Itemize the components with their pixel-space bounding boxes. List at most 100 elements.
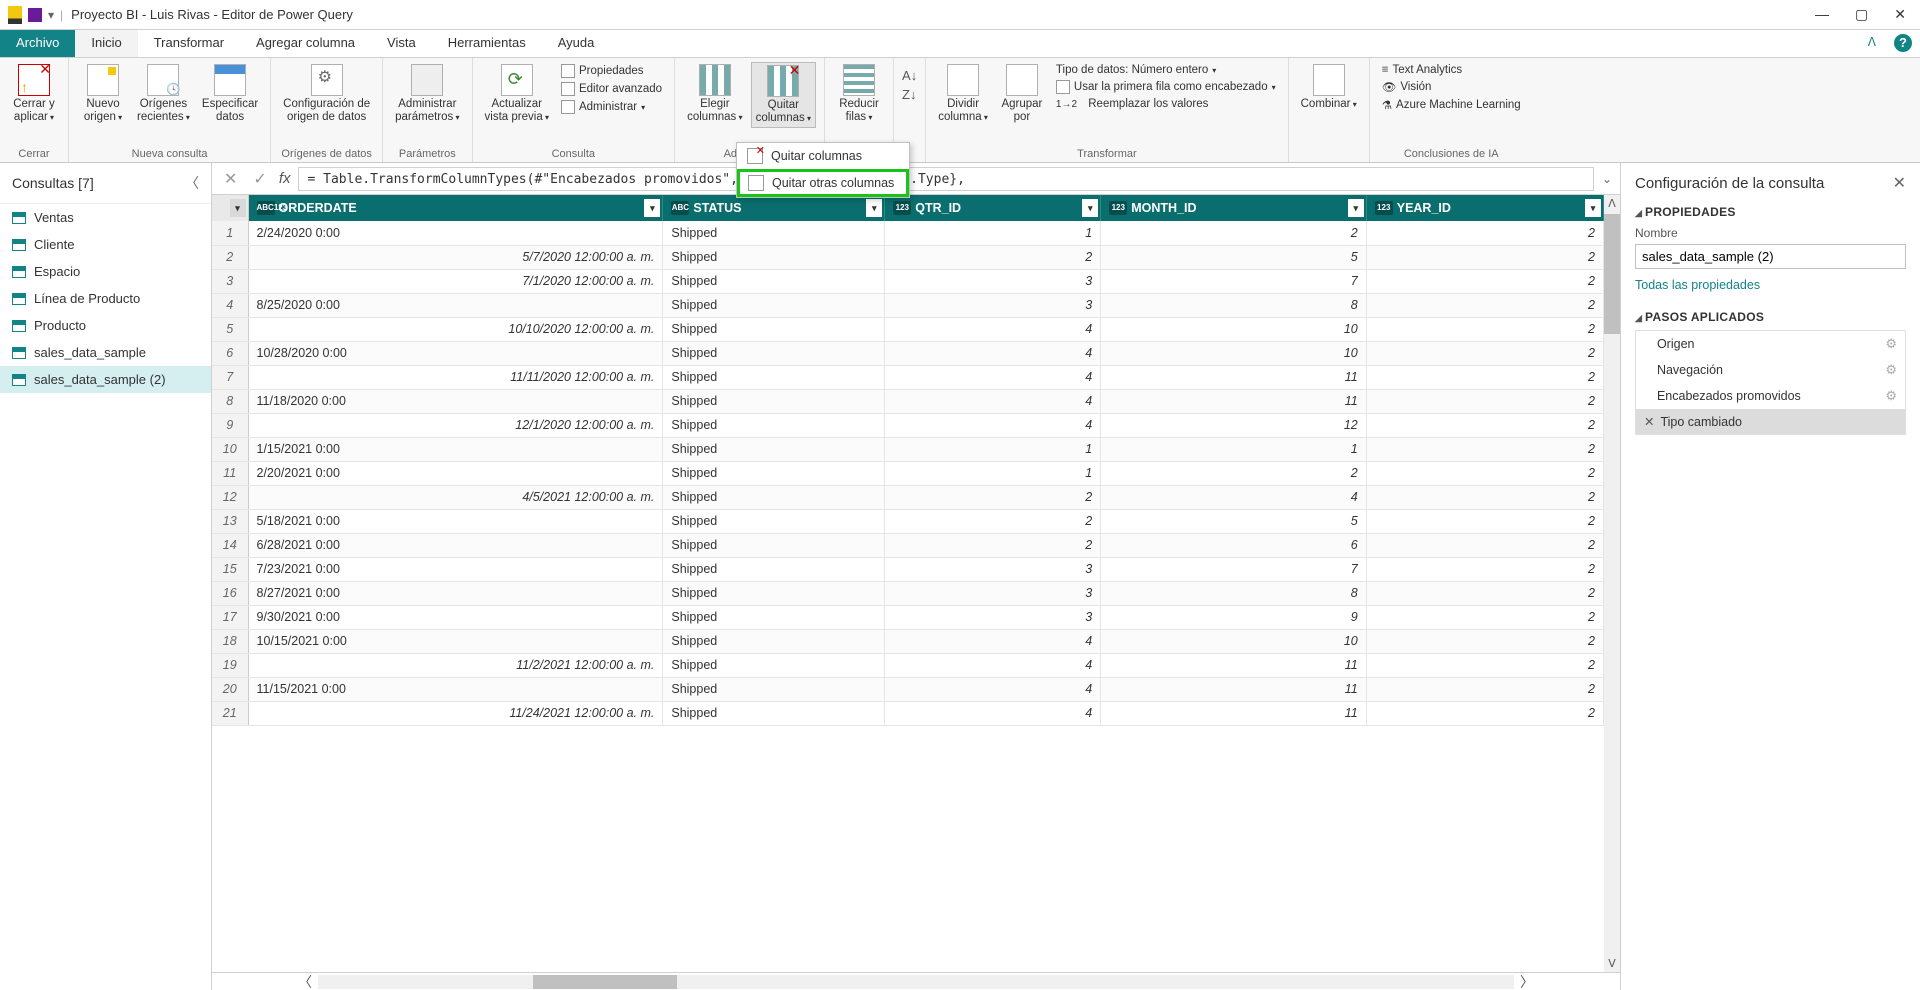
cell-qtr[interactable]: 2: [885, 533, 1101, 557]
cell-status[interactable]: Shipped: [663, 629, 885, 653]
applied-step[interactable]: Encabezados promovidos⚙: [1636, 383, 1905, 409]
cell-year[interactable]: 2: [1366, 413, 1603, 437]
cell-year[interactable]: 2: [1366, 653, 1603, 677]
scroll-thumb[interactable]: [1604, 214, 1620, 334]
hscroll-thumb[interactable]: [533, 975, 677, 989]
tab-herramientas[interactable]: Herramientas: [432, 30, 542, 57]
query-item[interactable]: Línea de Producto: [0, 285, 211, 312]
vertical-scrollbar[interactable]: ᐱ ᐯ: [1604, 195, 1620, 972]
cell-month[interactable]: 11: [1101, 701, 1366, 725]
column-header[interactable]: ABC123ORDERDATE▾: [248, 195, 663, 221]
cell-month[interactable]: 12: [1101, 413, 1366, 437]
qat-dropdown-icon[interactable]: ▾: [48, 8, 54, 22]
close-settings-icon[interactable]: ✕: [1893, 173, 1906, 193]
group-by-button[interactable]: Agrupar por: [996, 62, 1048, 126]
choose-columns-button[interactable]: Elegir columnas: [683, 62, 746, 126]
cell-orderdate[interactable]: 9/30/2021 0:00: [248, 605, 663, 629]
cell-month[interactable]: 7: [1101, 269, 1366, 293]
cell-month[interactable]: 2: [1101, 221, 1366, 245]
cell-status[interactable]: Shipped: [663, 365, 885, 389]
column-header[interactable]: ABCSTATUS▾: [663, 195, 885, 221]
cell-month[interactable]: 4: [1101, 485, 1366, 509]
cell-qtr[interactable]: 4: [885, 341, 1101, 365]
column-filter-icon[interactable]: ▾: [1585, 199, 1601, 217]
query-item[interactable]: Ventas: [0, 204, 211, 231]
cell-year[interactable]: 2: [1366, 341, 1603, 365]
save-icon[interactable]: [28, 8, 42, 22]
cell-status[interactable]: Shipped: [663, 701, 885, 725]
cell-orderdate[interactable]: 5/7/2020 12:00:00 a. m.: [248, 245, 663, 269]
cell-orderdate[interactable]: 2/24/2020 0:00: [248, 221, 663, 245]
maximize-button[interactable]: ▢: [1855, 6, 1868, 23]
replace-values-button[interactable]: 1→2 Reemplazar los valores: [1052, 96, 1280, 112]
cell-qtr[interactable]: 4: [885, 389, 1101, 413]
column-filter-icon[interactable]: ▾: [866, 199, 882, 217]
cell-year[interactable]: 2: [1366, 269, 1603, 293]
table-row[interactable]: 48/25/2020 0:00Shipped382: [212, 293, 1604, 317]
cell-year[interactable]: 2: [1366, 245, 1603, 269]
advanced-editor-button[interactable]: Editor avanzado: [557, 80, 666, 98]
collapse-panel-icon[interactable]: 〈: [185, 173, 199, 193]
cell-year[interactable]: 2: [1366, 365, 1603, 389]
sort-desc-button[interactable]: Z↓: [902, 87, 917, 102]
table-row[interactable]: 2011/15/2021 0:00Shipped4112: [212, 677, 1604, 701]
cell-orderdate[interactable]: 7/23/2021 0:00: [248, 557, 663, 581]
cell-year[interactable]: 2: [1366, 461, 1603, 485]
cell-month[interactable]: 10: [1101, 629, 1366, 653]
cell-qtr[interactable]: 4: [885, 653, 1101, 677]
combine-button[interactable]: Combinar: [1297, 62, 1361, 113]
tab-transformar[interactable]: Transformar: [138, 30, 240, 57]
cell-year[interactable]: 2: [1366, 509, 1603, 533]
column-header[interactable]: 123YEAR_ID▾: [1366, 195, 1603, 221]
table-row[interactable]: 146/28/2021 0:00Shipped262: [212, 533, 1604, 557]
table-row[interactable]: 12/24/2020 0:00Shipped122: [212, 221, 1604, 245]
tab-file[interactable]: Archivo: [0, 30, 75, 57]
table-row[interactable]: 112/20/2021 0:00Shipped122: [212, 461, 1604, 485]
cell-orderdate[interactable]: 11/18/2020 0:00: [248, 389, 663, 413]
column-filter-icon[interactable]: ▾: [1082, 199, 1098, 217]
table-row[interactable]: 811/18/2020 0:00Shipped4112: [212, 389, 1604, 413]
table-row[interactable]: 168/27/2021 0:00Shipped382: [212, 581, 1604, 605]
cell-status[interactable]: Shipped: [663, 341, 885, 365]
expand-formula-icon[interactable]: ⌄: [1602, 172, 1612, 186]
text-analytics-button[interactable]: ≡Text Analytics: [1378, 62, 1525, 78]
cell-month[interactable]: 9: [1101, 605, 1366, 629]
column-filter-icon[interactable]: ▾: [644, 199, 660, 217]
cell-year[interactable]: 2: [1366, 677, 1603, 701]
table-row[interactable]: 124/5/2021 12:00:00 a. m.Shipped242: [212, 485, 1604, 509]
cell-month[interactable]: 11: [1101, 653, 1366, 677]
recent-sources-button[interactable]: 🕓Orígenes recientes: [133, 62, 194, 126]
cell-orderdate[interactable]: 8/25/2020 0:00: [248, 293, 663, 317]
cell-qtr[interactable]: 4: [885, 677, 1101, 701]
table-options-icon[interactable]: ▾: [230, 199, 246, 217]
table-row[interactable]: 179/30/2021 0:00Shipped392: [212, 605, 1604, 629]
cell-status[interactable]: Shipped: [663, 317, 885, 341]
table-row[interactable]: 510/10/2020 12:00:00 a. m.Shipped4102: [212, 317, 1604, 341]
dropdown-remove-columns[interactable]: ✕Quitar columnas: [737, 143, 909, 169]
cell-status[interactable]: Shipped: [663, 653, 885, 677]
cell-qtr[interactable]: 1: [885, 437, 1101, 461]
cell-status[interactable]: Shipped: [663, 581, 885, 605]
table-row[interactable]: 912/1/2020 12:00:00 a. m.Shipped4122: [212, 413, 1604, 437]
data-grid[interactable]: ▾ABC123ORDERDATE▾ABCSTATUS▾123QTR_ID▾123…: [212, 195, 1604, 972]
cell-month[interactable]: 1: [1101, 437, 1366, 461]
cell-status[interactable]: Shipped: [663, 557, 885, 581]
azure-ml-button[interactable]: ⚗Azure Machine Learning: [1378, 96, 1525, 114]
cell-qtr[interactable]: 3: [885, 293, 1101, 317]
cell-month[interactable]: 11: [1101, 677, 1366, 701]
table-row[interactable]: 2111/24/2021 12:00:00 a. m.Shipped4112: [212, 701, 1604, 725]
column-filter-icon[interactable]: ▾: [1348, 199, 1364, 217]
split-column-button[interactable]: Dividir columna: [934, 62, 992, 126]
cell-qtr[interactable]: 4: [885, 629, 1101, 653]
cell-status[interactable]: Shipped: [663, 389, 885, 413]
cell-orderdate[interactable]: 2/20/2021 0:00: [248, 461, 663, 485]
cell-year[interactable]: 2: [1366, 605, 1603, 629]
manage-parameters-button[interactable]: Administrar parámetros: [391, 62, 463, 126]
vision-button[interactable]: 👁Visión: [1378, 78, 1525, 96]
cell-status[interactable]: Shipped: [663, 221, 885, 245]
cell-year[interactable]: 2: [1366, 629, 1603, 653]
gear-icon[interactable]: ⚙: [1885, 362, 1897, 378]
cell-year[interactable]: 2: [1366, 557, 1603, 581]
cell-month[interactable]: 5: [1101, 509, 1366, 533]
cell-orderdate[interactable]: 6/28/2021 0:00: [248, 533, 663, 557]
